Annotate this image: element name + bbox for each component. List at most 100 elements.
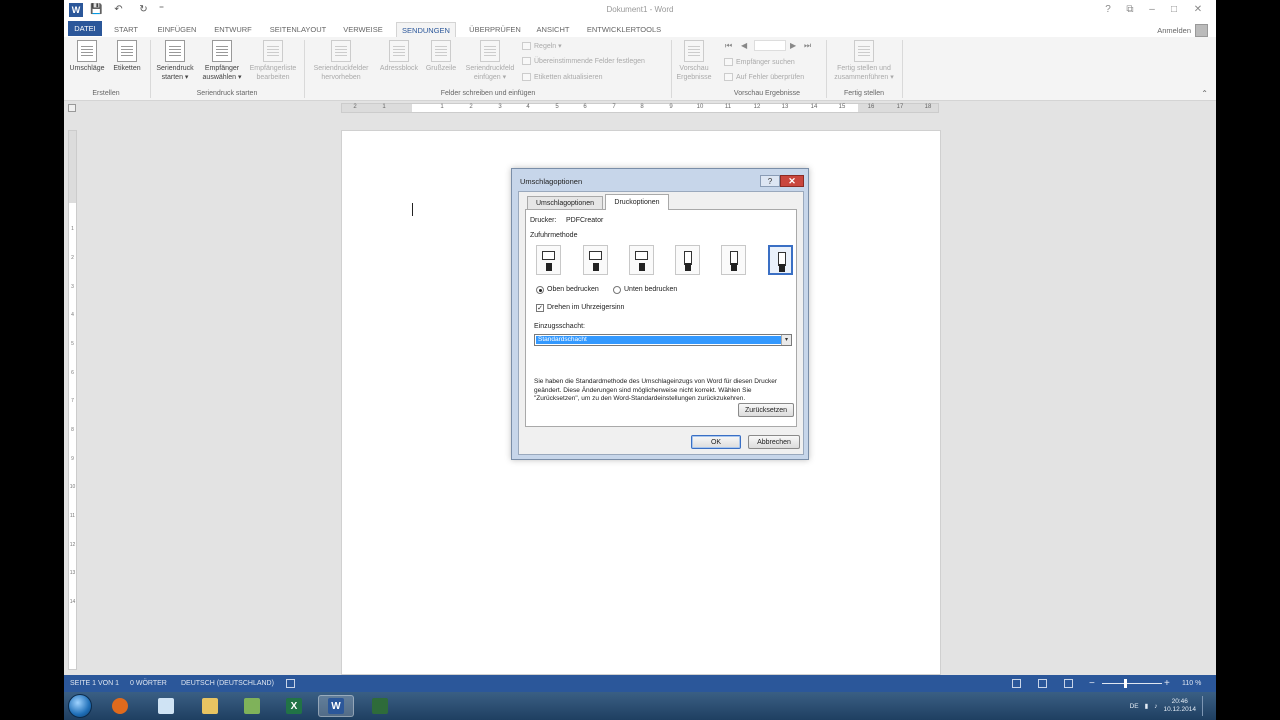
ok-button[interactable]: OK xyxy=(691,435,741,449)
ribbon-display-icon[interactable]: ⧉ xyxy=(1120,2,1140,16)
camtasia-icon xyxy=(372,698,388,714)
tab-view[interactable]: ANSICHT xyxy=(532,22,574,37)
clockwise-checkbox[interactable]: ✓ xyxy=(536,304,544,312)
tab-references[interactable]: VERWEISE xyxy=(340,22,386,37)
face-up-label: Oben bedrucken xyxy=(547,286,599,293)
collapse-ribbon-icon[interactable]: ⌃ xyxy=(1201,89,1208,98)
system-tray: DE ▮ ♪ 20:46 10.12.2014 xyxy=(1130,695,1210,717)
paint-icon xyxy=(244,698,260,714)
zoom-in-icon[interactable]: + xyxy=(1164,678,1170,689)
feed-option-5[interactable] xyxy=(721,245,746,275)
network-icon[interactable]: ▮ xyxy=(1145,702,1149,710)
word-icon: W xyxy=(328,698,344,714)
taskbar: X W DE ▮ ♪ 20:46 10.12.2014 xyxy=(64,692,1216,720)
feed-tray-select[interactable]: Standardschacht ▾ xyxy=(534,334,792,346)
clock[interactable]: 20:46 10.12.2014 xyxy=(1163,698,1196,714)
tab-start[interactable]: START xyxy=(108,22,144,37)
web-layout-icon[interactable] xyxy=(1064,679,1073,688)
greeting-line-button[interactable]: Grußzeile xyxy=(422,40,460,73)
face-down-radio[interactable] xyxy=(613,286,621,294)
address-block-button[interactable]: Adressblock xyxy=(376,40,422,73)
feed-option-3[interactable] xyxy=(629,245,654,275)
envelope-icon xyxy=(635,251,648,260)
feed-option-6[interactable] xyxy=(768,245,793,275)
tab-insert[interactable]: EINFÜGEN xyxy=(152,22,202,37)
read-mode-icon[interactable] xyxy=(1012,679,1021,688)
word-count[interactable]: 0 WÖRTER xyxy=(130,680,167,687)
insert-merge-field-button[interactable]: Seriendruckfeld einfügen ▾ xyxy=(460,40,520,82)
update-labels-button[interactable]: Etiketten aktualisieren xyxy=(522,73,602,81)
zoom-level[interactable]: 110 % xyxy=(1182,680,1201,687)
highlight-fields-button[interactable]: Seriendruckfelder hervorheben xyxy=(308,40,374,82)
next-record-icon[interactable]: ▶ xyxy=(790,41,796,50)
record-number-input[interactable] xyxy=(754,40,786,51)
find-recipient-button[interactable]: Empfänger suchen xyxy=(724,58,795,66)
start-button[interactable] xyxy=(68,694,92,718)
tab-page-layout[interactable]: SEITENLAYOUT xyxy=(264,22,332,37)
minimize-icon[interactable]: – xyxy=(1142,2,1162,16)
tab-review[interactable]: ÜBERPRÜFEN xyxy=(466,22,524,37)
word-app[interactable]: W xyxy=(318,695,354,717)
rules-button[interactable]: Regeln ▾ xyxy=(522,42,562,50)
maximize-icon[interactable]: □ xyxy=(1164,2,1184,16)
tab-design[interactable]: ENTWURF xyxy=(210,22,256,37)
chevron-down-icon[interactable]: ▾ xyxy=(781,335,791,345)
finish-merge-button[interactable]: Fertig stellen und zusammenführen ▾ xyxy=(830,40,898,82)
close-icon[interactable]: ✕ xyxy=(1188,2,1208,16)
check-errors-button[interactable]: Auf Fehler überprüfen xyxy=(724,73,804,81)
preview-results-label: Vorschau Ergebnisse xyxy=(676,65,712,81)
tab-print-options[interactable]: Druckoptionen xyxy=(605,194,669,210)
macro-record-icon[interactable] xyxy=(286,679,295,688)
edit-list-icon xyxy=(263,40,283,62)
explorer-app[interactable] xyxy=(192,695,228,717)
tab-mailings[interactable]: SENDUNGEN xyxy=(396,22,456,37)
previous-record-icon[interactable]: ◀ xyxy=(741,41,747,50)
horizontal-ruler[interactable]: 2 1 1 2 3 4 5 6 7 8 9 10 11 12 13 14 15 … xyxy=(341,103,939,113)
reset-button[interactable]: Zurücksetzen xyxy=(738,403,794,417)
match-fields-button[interactable]: Übereinstimmende Felder festlegen xyxy=(522,57,645,65)
page-count[interactable]: SEITE 1 VON 1 xyxy=(70,680,119,687)
camtasia-app[interactable] xyxy=(362,695,398,717)
edit-recipients-button[interactable]: Empfängerliste bearbeiten xyxy=(246,40,300,82)
firefox-app[interactable] xyxy=(102,695,138,717)
dialog-close-button[interactable]: ✕ xyxy=(780,175,804,187)
ruler-number: 15 xyxy=(838,104,846,110)
tab-developer[interactable]: ENTWICKLERTOOLS xyxy=(582,22,666,37)
group-separator xyxy=(902,40,903,98)
tab-file[interactable]: DATEI xyxy=(68,21,102,36)
labels-button[interactable]: Etiketten xyxy=(109,40,145,73)
envelopes-button[interactable]: Umschläge xyxy=(67,40,107,73)
last-record-icon[interactable]: ⏭ xyxy=(804,41,811,51)
print-layout-icon[interactable] xyxy=(1038,679,1047,688)
signin-button[interactable]: Anmelden xyxy=(1157,24,1208,37)
dialog-help-button[interactable]: ? xyxy=(760,175,780,187)
help-icon[interactable]: ? xyxy=(1098,2,1118,16)
select-recipients-button[interactable]: Empfänger auswählen ▾ xyxy=(200,40,244,82)
first-record-icon[interactable]: ⏮ xyxy=(725,41,732,51)
preview-results-button[interactable]: Vorschau Ergebnisse xyxy=(672,40,716,82)
ruler-number: 1 xyxy=(71,226,74,232)
ruler-number: 17 xyxy=(896,104,904,110)
notepad-app[interactable] xyxy=(148,695,184,717)
tab-envelope-options[interactable]: Umschlagoptionen xyxy=(527,196,603,209)
zoom-slider-thumb[interactable] xyxy=(1124,679,1127,688)
face-up-radio[interactable] xyxy=(536,286,544,294)
language-indicator[interactable]: DEUTSCH (DEUTSCHLAND) xyxy=(181,680,274,687)
start-mail-merge-button[interactable]: Seriendruck starten ▾ xyxy=(152,40,198,82)
zoom-out-icon[interactable]: − xyxy=(1089,678,1095,689)
ruler-number: 5 xyxy=(71,341,74,347)
zoom-slider[interactable] xyxy=(1102,683,1162,684)
paint-app[interactable] xyxy=(234,695,270,717)
feed-option-4[interactable] xyxy=(675,245,700,275)
feed-option-1[interactable] xyxy=(536,245,561,275)
tab-selector[interactable] xyxy=(68,104,76,112)
show-desktop-button[interactable] xyxy=(1202,696,1210,716)
feed-option-2[interactable] xyxy=(583,245,608,275)
volume-icon[interactable]: ♪ xyxy=(1154,703,1157,710)
vertical-ruler[interactable]: 1 2 3 4 5 6 7 8 9 10 11 12 13 14 xyxy=(68,130,77,670)
cancel-button[interactable]: Abbrechen xyxy=(748,435,800,449)
group-write-insert-label: Felder schreiben und einfügen xyxy=(440,90,536,97)
input-language[interactable]: DE xyxy=(1130,703,1139,710)
excel-app[interactable]: X xyxy=(276,695,312,717)
ruler-number: 12 xyxy=(753,104,761,110)
